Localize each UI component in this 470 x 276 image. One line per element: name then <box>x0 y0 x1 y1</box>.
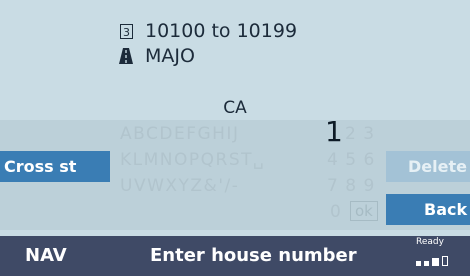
house-range-text: 10100 to 10199 <box>145 20 298 42</box>
ok-key[interactable]: ok <box>350 201 378 221</box>
street-line: MAJO <box>117 45 195 67</box>
input-prompt: Enter house number <box>150 245 357 266</box>
street-road-icon <box>117 48 135 64</box>
nav-mode-label[interactable]: NAV <box>25 245 67 266</box>
cross-street-button[interactable]: Cross st <box>0 151 110 182</box>
keyboard-row-2[interactable]: KLMNOPQRST␣ <box>120 150 265 170</box>
street-name: MAJO <box>145 45 195 67</box>
delete-button[interactable]: Delete <box>386 151 470 182</box>
status-bar: NAV Enter house number Ready <box>0 236 470 276</box>
keyboard-row-3[interactable]: UVWXYZ&'/- <box>120 176 239 196</box>
entered-digit: 1 <box>325 115 343 148</box>
digit-zero[interactable]: 0 <box>330 202 342 222</box>
digit-row-3[interactable]: 7 8 9 <box>327 176 375 196</box>
ready-label: Ready <box>416 237 444 247</box>
state-label: CA <box>223 98 247 118</box>
signal-strength-icon <box>416 256 448 266</box>
keyboard-row-1[interactable]: ABCDEFGHIJ <box>120 124 239 144</box>
digit-row-2[interactable]: 4 5 6 <box>327 150 375 170</box>
svg-text:3: 3 <box>123 26 130 39</box>
back-button[interactable]: Back <box>386 194 470 225</box>
house-range-line: 3 10100 to 10199 <box>117 20 297 42</box>
number-plate-icon: 3 <box>117 23 135 39</box>
digit-row-1[interactable]: 2 3 <box>345 124 375 144</box>
